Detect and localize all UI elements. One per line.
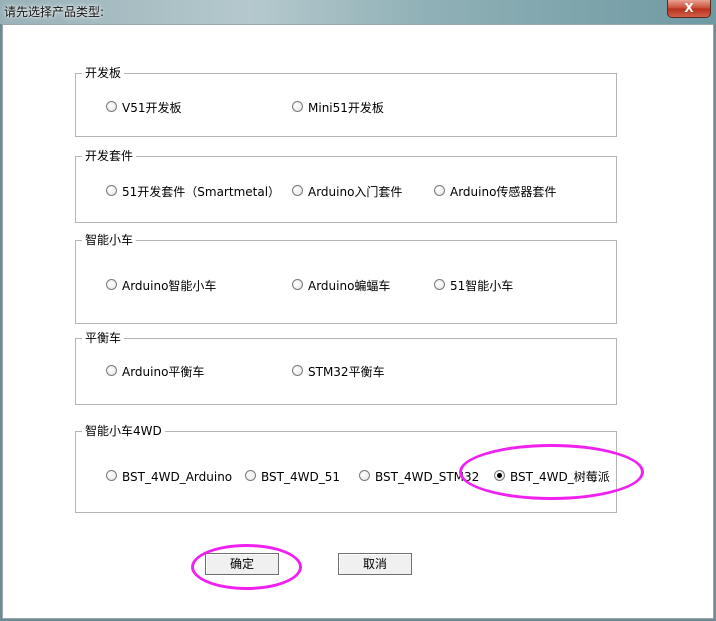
radio-arduino-sensor-kit[interactable]: Arduino传感器套件 [434, 184, 556, 200]
group-smart-car-4wd: 智能小车4WD BST_4WD_Arduino BST_4WD_51 BST_4… [75, 423, 617, 513]
radio-circle-icon [292, 365, 303, 376]
radio-label: BST_4WD_51 [261, 470, 340, 484]
group-label: 智能小车 [82, 232, 137, 248]
radio-label: V51开发板 [122, 101, 182, 115]
radio-circle-icon [434, 185, 445, 196]
radio-bst-4wd-raspberry-pi[interactable]: BST_4WD_树莓派 [494, 469, 610, 485]
radio-mini51-board[interactable]: Mini51开发板 [292, 100, 384, 116]
radio-circle-icon [434, 279, 445, 290]
radio-circle-icon [106, 470, 117, 481]
radio-label: BST_4WD_树莓派 [510, 470, 610, 484]
radio-circle-icon [292, 279, 303, 290]
radio-label: BST_4WD_Arduino [122, 470, 233, 484]
radio-v51-board[interactable]: V51开发板 [106, 100, 181, 116]
group-label: 平衡车 [82, 330, 125, 346]
radio-label: Arduino蝙蝠车 [308, 279, 391, 293]
radio-bst-4wd-arduino[interactable]: BST_4WD_Arduino [106, 469, 232, 485]
radio-arduino-balance-car[interactable]: Arduino平衡车 [106, 364, 204, 380]
title-bar: 请先选择产品类型: X [0, 0, 716, 24]
group-label: 开发套件 [82, 148, 137, 164]
radio-label: Mini51开发板 [308, 101, 384, 115]
radio-circle-icon [292, 185, 303, 196]
radio-label: Arduino智能小车 [122, 279, 217, 293]
radio-label: Arduino平衡车 [122, 365, 205, 379]
group-dev-board: 开发板 V51开发板 Mini51开发板 [75, 65, 617, 137]
radio-circle-icon [245, 470, 256, 481]
radio-circle-icon [106, 279, 117, 290]
group-smart-car: 智能小车 Arduino智能小车 Arduino蝙蝠车 51智能小车 [75, 232, 617, 324]
radio-circle-icon [106, 185, 117, 196]
radio-arduino-starter-kit[interactable]: Arduino入门套件 [292, 184, 402, 200]
group-balance-car: 平衡车 Arduino平衡车 STM32平衡车 [75, 330, 617, 405]
cancel-button[interactable]: 取消 [338, 553, 412, 575]
radio-51-smart-car[interactable]: 51智能小车 [434, 278, 513, 294]
radio-circle-icon [292, 101, 303, 112]
radio-label: Arduino传感器套件 [450, 185, 557, 199]
radio-circle-icon [106, 101, 117, 112]
radio-circle-icon [359, 470, 370, 481]
radio-circle-icon [106, 365, 117, 376]
radio-label: STM32平衡车 [308, 365, 385, 379]
close-button[interactable]: X [667, 0, 711, 18]
radio-arduino-bat-car[interactable]: Arduino蝙蝠车 [292, 278, 390, 294]
radio-checked-icon [494, 470, 505, 481]
group-label: 开发板 [82, 65, 125, 81]
dialog-body: 开发板 V51开发板 Mini51开发板 开发套件 51开发套件（Smartme… [2, 24, 714, 619]
radio-label: Arduino入门套件 [308, 185, 403, 199]
radio-arduino-smart-car[interactable]: Arduino智能小车 [106, 278, 216, 294]
ok-button[interactable]: 确定 [205, 553, 279, 575]
group-label: 智能小车4WD [82, 423, 165, 439]
radio-stm32-balance-car[interactable]: STM32平衡车 [292, 364, 385, 380]
group-dev-kit: 开发套件 51开发套件（Smartmetal） Arduino入门套件 Ardu… [75, 148, 617, 223]
close-icon: X [684, 1, 694, 15]
radio-bst-4wd-stm32[interactable]: BST_4WD_STM32 [359, 469, 479, 485]
radio-label: BST_4WD_STM32 [375, 470, 480, 484]
radio-label: 51智能小车 [450, 279, 514, 293]
radio-51-kit[interactable]: 51开发套件（Smartmetal） [106, 184, 280, 200]
window-title: 请先选择产品类型: [4, 5, 105, 19]
radio-bst-4wd-51[interactable]: BST_4WD_51 [245, 469, 340, 485]
radio-label: 51开发套件（Smartmetal） [122, 185, 281, 199]
